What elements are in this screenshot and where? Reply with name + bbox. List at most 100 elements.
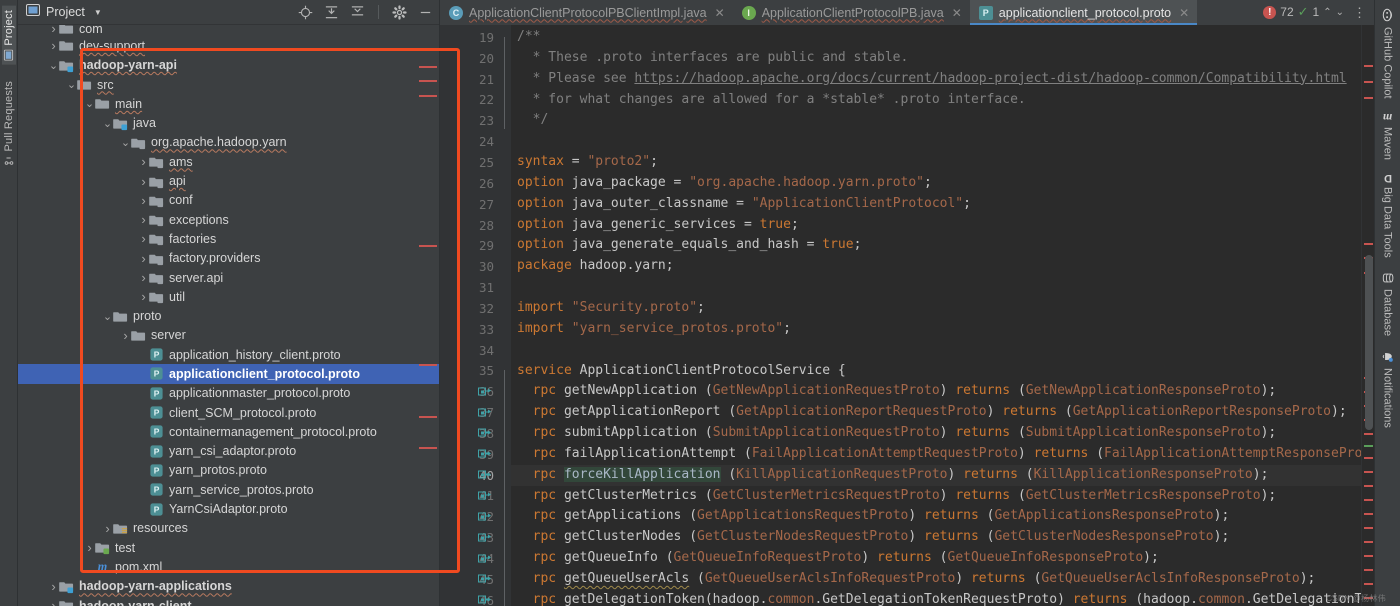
chevron-right-icon[interactable]: › <box>138 193 149 208</box>
tree-row[interactable]: › com <box>18 25 439 36</box>
gutter-line[interactable]: 36 <box>440 381 498 402</box>
gutter-line[interactable]: 43 <box>440 527 498 548</box>
gutter-line[interactable]: 41 <box>440 486 498 507</box>
tree-row[interactable]: · Pclient_SCM_protocol.proto <box>18 403 439 422</box>
editor-gutter[interactable]: 19 20 21 22 23 24 25 26 27 28 29 30 31 32 33 34 35 36 37 38… <box>440 25 510 606</box>
error-stripe-mark[interactable] <box>1364 445 1373 447</box>
error-stripe-mark[interactable] <box>1364 485 1373 487</box>
error-stripe-mark[interactable] <box>1364 97 1373 99</box>
chevron-right-icon[interactable]: › <box>138 289 149 304</box>
chevron-down-icon[interactable]: ⌄ <box>48 59 59 72</box>
chevron-right-icon[interactable]: › <box>102 521 113 536</box>
implementation-marker-icon[interactable] <box>478 595 491 605</box>
chevron-down-icon[interactable]: ⌄ <box>84 97 95 110</box>
tree-row[interactable]: › hadoop-yarn-applications <box>18 577 439 596</box>
error-stripe-mark[interactable] <box>1364 471 1373 473</box>
tree-row[interactable]: · Pyarn_csi_adaptor.proto <box>18 442 439 461</box>
tree-row[interactable]: · Pyarn_service_protos.proto <box>18 480 439 499</box>
implementation-marker-icon[interactable] <box>478 512 491 521</box>
gutter-line[interactable]: 29 <box>440 235 498 256</box>
code-line[interactable]: /** <box>511 27 1361 48</box>
tree-row[interactable]: › server <box>18 326 439 345</box>
implementation-marker-icon[interactable] <box>478 533 491 542</box>
gutter-line[interactable]: 44 <box>440 548 498 569</box>
code-line[interactable]: syntax = "proto2"; <box>511 152 1361 173</box>
error-stripe-mark[interactable] <box>1364 499 1373 501</box>
chevron-right-icon[interactable]: › <box>48 25 59 36</box>
code-line[interactable]: * These .proto interfaces are public and… <box>511 48 1361 69</box>
error-stripe-mark[interactable] <box>1364 65 1373 67</box>
code-line[interactable]: rpc getDelegationToken(hadoop.common.Get… <box>511 590 1361 606</box>
error-stripe-mark[interactable] <box>1364 81 1373 83</box>
chevron-right-icon[interactable]: › <box>138 251 149 266</box>
project-file-tree[interactable]: › com › dev-support ⌄ hadoop-yarn-api ⌄ src ⌄ mai… <box>18 25 439 606</box>
code-line[interactable]: * for what changes are allowed for a *st… <box>511 90 1361 111</box>
chevron-right-icon[interactable]: › <box>84 540 95 555</box>
tree-row[interactable]: › factory.providers <box>18 249 439 268</box>
tree-row[interactable]: ⌄ org.apache.hadoop.yarn <box>18 133 439 152</box>
code-line[interactable]: package hadoop.yarn; <box>511 256 1361 277</box>
tree-row[interactable]: › hadoop-yarn-client <box>18 596 439 606</box>
gutter-line[interactable]: 30 <box>440 256 498 277</box>
tree-row[interactable]: ·m pom.xml <box>18 557 439 576</box>
sidebar-item-pull-requests[interactable]: Pull Requests <box>3 81 15 165</box>
gutter-line[interactable]: 34 <box>440 340 498 361</box>
collapse-all-icon[interactable] <box>350 5 365 20</box>
gutter-line[interactable]: 28 <box>440 215 498 236</box>
sidebar-item-github-copilot[interactable]: GitHub Copilot <box>1381 8 1395 99</box>
code-line[interactable]: rpc getClusterNodes (GetClusterNodesRequ… <box>511 527 1361 548</box>
expand-all-icon[interactable] <box>324 5 339 20</box>
tree-row[interactable]: › dev-support <box>18 36 439 55</box>
gutter-line[interactable]: 24 <box>440 131 498 152</box>
gutter-line[interactable]: 19 <box>440 27 510 48</box>
tree-row[interactable]: ⌄ src <box>18 75 439 94</box>
implementation-marker-icon[interactable] <box>478 554 491 563</box>
gutter-line[interactable]: 38 <box>440 423 498 444</box>
code-line[interactable]: rpc getQueueInfo (GetQueueInfoRequestPro… <box>511 548 1361 569</box>
tree-row[interactable]: · Pyarn_protos.proto <box>18 461 439 480</box>
code-line[interactable]: * Please see https://hadoop.apache.org/d… <box>511 69 1361 90</box>
code-line[interactable]: rpc failApplicationAttempt (FailApplicat… <box>511 444 1361 465</box>
chevron-right-icon[interactable]: › <box>138 231 149 246</box>
error-stripe-mark[interactable] <box>1364 527 1373 529</box>
gutter-line[interactable]: 32 <box>440 298 498 319</box>
implementation-marker-icon[interactable] <box>478 387 491 396</box>
code-line[interactable]: service ApplicationClientProtocolService… <box>511 361 1361 382</box>
hide-panel-icon[interactable] <box>418 5 433 20</box>
gutter-line[interactable]: 33 <box>440 319 498 340</box>
tree-row[interactable]: › server.api <box>18 268 439 287</box>
editor-tab[interactable]: I ApplicationClientProtocolPB.java ✕ <box>733 0 970 25</box>
chevron-up-icon[interactable]: ⌃ <box>1323 7 1331 18</box>
code-line[interactable]: option java_generate_equals_and_hash = t… <box>511 235 1361 256</box>
gutter-line[interactable]: 26 <box>440 173 498 194</box>
chevron-down-icon[interactable]: ⌄ <box>120 136 131 149</box>
code-line[interactable]: rpc getClusterMetrics (GetClusterMetrics… <box>511 486 1361 507</box>
sidebar-item-database[interactable]: Database <box>1382 272 1394 336</box>
chevron-down-icon[interactable]: ▼ <box>94 8 102 17</box>
chevron-down-icon[interactable]: ⌄ <box>102 117 113 130</box>
code-line[interactable]: rpc getApplicationReport (GetApplication… <box>511 402 1361 423</box>
editor-tab[interactable]: Papplicationclient_protocol.proto ✕ <box>969 0 1198 25</box>
error-stripe-scrollbar[interactable] <box>1361 25 1374 606</box>
editor-tab[interactable]: C ApplicationClientProtocolPBClientImpl.j… <box>440 0 733 25</box>
gutter-line[interactable]: 37 <box>440 402 498 423</box>
code-line[interactable] <box>511 131 1361 152</box>
code-line[interactable]: option java_outer_classname = "Applicati… <box>511 194 1361 215</box>
sidebar-item-notifications[interactable]: Notifications <box>1381 350 1394 428</box>
select-opened-file-icon[interactable] <box>298 5 313 20</box>
gutter-line[interactable]: 23 <box>440 110 510 132</box>
implementation-marker-icon[interactable] <box>478 449 491 459</box>
error-stripe-mark[interactable] <box>1364 513 1373 515</box>
tree-row[interactable]: › util <box>18 287 439 306</box>
tree-row[interactable]: › resources <box>18 519 439 538</box>
error-stripe-mark[interactable] <box>1364 555 1373 557</box>
tree-row-selected[interactable]: · Papplicationclient_protocol.proto <box>18 364 439 384</box>
tree-row[interactable]: ⌄ proto <box>18 306 439 325</box>
code-line[interactable]: option java_generic_services = true; <box>511 215 1361 236</box>
gutter-line[interactable]: 25 <box>440 152 498 173</box>
code-line[interactable]: rpc forceKillApplication (KillApplicatio… <box>511 464 1361 486</box>
chevron-right-icon[interactable]: › <box>48 579 59 594</box>
gutter-line[interactable]: 46 <box>440 590 498 606</box>
error-stripe-mark[interactable] <box>1364 583 1373 585</box>
code-line[interactable] <box>511 277 1361 298</box>
